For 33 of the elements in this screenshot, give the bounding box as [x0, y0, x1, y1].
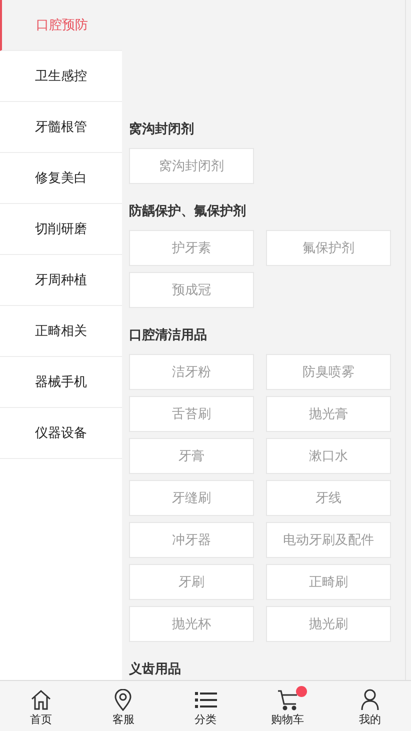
category-button[interactable]: 防臭喷雾	[266, 354, 391, 390]
category-button[interactable]: 冲牙器	[129, 522, 254, 558]
category-button[interactable]: 漱口水	[266, 438, 391, 474]
section-heading: 防龋保护、氟保护剂	[129, 202, 247, 220]
section-heading: 窝沟封闭剂	[129, 120, 195, 138]
category-button[interactable]: 预成冠	[129, 272, 254, 308]
category-button[interactable]: 抛光膏	[266, 396, 391, 432]
category-button[interactable]: 氟保护剂	[266, 230, 391, 266]
section-heading: 口腔清洁用品	[129, 326, 208, 344]
nav-tab[interactable]: 分类	[164, 681, 247, 731]
category-button[interactable]: 牙刷	[129, 564, 254, 600]
category-button[interactable]: 护牙素	[129, 230, 254, 266]
category-button[interactable]: 抛光刷	[266, 606, 391, 642]
location-pin-icon	[114, 689, 132, 711]
nav-tab[interactable]: 首页	[0, 681, 82, 731]
cart-icon	[276, 689, 299, 711]
category-button[interactable]: 正畸刷	[266, 564, 391, 600]
list-icon	[194, 691, 216, 709]
nav-tab[interactable]: 我的	[328, 681, 411, 731]
home-icon	[30, 689, 52, 711]
section-heading: 义齿用品	[129, 660, 182, 678]
category-button[interactable]: 牙线	[266, 480, 391, 516]
category-button[interactable]: 牙膏	[129, 438, 254, 474]
category-button[interactable]: 牙缝刷	[129, 480, 254, 516]
category-button[interactable]: 窝沟封闭剂	[129, 148, 254, 184]
user-icon	[360, 689, 379, 711]
nav-tab[interactable]: 购物车	[246, 681, 329, 731]
sidebar-item[interactable]: 口腔预防	[0, 0, 122, 51]
category-button[interactable]: 电动牙刷及配件	[266, 522, 391, 558]
category-button[interactable]: 抛光杯	[129, 606, 254, 642]
category-button[interactable]: 舌苔刷	[129, 396, 254, 432]
category-button[interactable]: 洁牙粉	[129, 354, 254, 390]
nav-tab[interactable]: 客服	[82, 681, 164, 731]
